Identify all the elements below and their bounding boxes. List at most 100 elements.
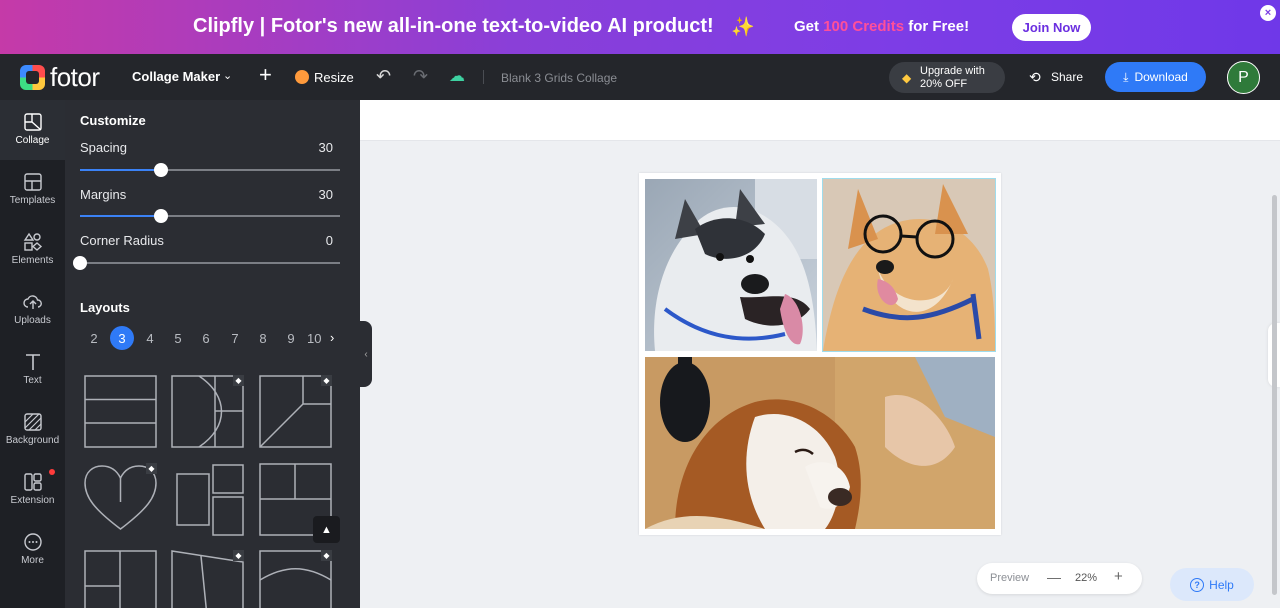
upgrade-button[interactable]: ◆ Upgrade with 20% OFF (889, 62, 1005, 93)
chevron-right-icon[interactable]: › (330, 330, 334, 345)
more-icon (23, 533, 42, 551)
banner-title: Clipfly | Fotor's new all-in-one text-to… (193, 15, 714, 37)
rail-item-collage[interactable]: Collage (0, 100, 65, 160)
redo-icon[interactable]: ↷ (413, 66, 428, 87)
text-icon (25, 354, 40, 370)
layout-tile-9[interactable]: ◆ (259, 550, 332, 608)
help-button[interactable]: ? Help (1170, 568, 1254, 601)
margins-slider[interactable] (80, 209, 340, 223)
top-bar: fotor Collage Maker ⌄ + Resize ↶ ↷ ☁ Bla… (0, 54, 1280, 100)
scroll-to-top-button[interactable]: ▲ (313, 516, 340, 543)
premium-diamond-icon: ◆ (321, 550, 332, 561)
corner-radius-slider[interactable] (73, 256, 340, 270)
tool-menu-button[interactable]: Collage Maker (132, 69, 220, 84)
layout-tile-8[interactable]: ◆ (171, 550, 244, 608)
uploads-icon (22, 295, 42, 309)
rail-item-templates[interactable]: Templates (0, 160, 65, 220)
logo-text[interactable]: fotor (50, 62, 100, 93)
corner-radius-slider-handle[interactable] (73, 256, 87, 270)
layout-tile-5[interactable] (171, 463, 244, 536)
rail-item-uploads[interactable]: Uploads (0, 280, 65, 340)
layout-tile-3[interactable]: ◆ (259, 375, 332, 448)
share-button[interactable]: Share (1051, 70, 1083, 84)
upgrade-text: Upgrade with 20% OFF (920, 65, 985, 90)
promo-banner: Clipfly | Fotor's new all-in-one text-to… (0, 0, 1280, 54)
zoom-in-icon[interactable]: + (1114, 568, 1123, 585)
spacing-value: 30 (318, 140, 333, 155)
question-icon: ? (1190, 577, 1205, 592)
new-design-plus-icon[interactable]: + (259, 62, 272, 88)
undo-icon[interactable]: ↶ (376, 66, 391, 87)
margins-label: Margins (80, 187, 127, 202)
layout-count-7[interactable]: 7 (223, 326, 247, 350)
customize-panel: Customize Spacing 30 Margins 30 Corner R… (65, 100, 360, 608)
download-icon: ⤓ (1123, 69, 1129, 84)
download-label: Download (1134, 70, 1188, 84)
spacing-slider-handle[interactable] (153, 163, 168, 177)
join-now-button[interactable]: Join Now (1012, 14, 1091, 41)
margins-slider-handle[interactable] (153, 209, 168, 223)
chevron-down-icon[interactable]: ⌄ (223, 69, 232, 82)
extension-icon (23, 473, 42, 491)
layout-count-9[interactable]: 9 (279, 326, 303, 350)
layout-count-2[interactable]: 2 (82, 326, 106, 350)
collage-cell-3[interactable] (645, 357, 995, 529)
collage-icon (23, 113, 42, 131)
layout-tile-2[interactable]: ◆ (171, 375, 244, 448)
collage-cell-1[interactable] (645, 179, 817, 351)
rail-item-more[interactable]: More (0, 520, 65, 580)
download-button[interactable]: ⤓ Download (1105, 62, 1206, 92)
premium-diamond-icon: ◆ (233, 375, 244, 386)
layout-tile-4[interactable]: ◆ (84, 463, 157, 536)
notification-dot (49, 469, 55, 475)
husky-photo (645, 179, 817, 351)
cloud-saved-icon: ☁ (449, 68, 465, 85)
customize-heading: Customize (80, 113, 146, 128)
spacing-slider[interactable] (80, 163, 340, 177)
zoom-level[interactable]: 22% (1075, 572, 1097, 584)
zoom-out-icon[interactable]: — (1047, 569, 1061, 585)
layout-tile-7[interactable] (84, 550, 157, 608)
premium-diamond-icon: ◆ (146, 463, 157, 474)
canvas-toolbar-strip (360, 100, 1280, 141)
premium-diamond-icon: ◆ (321, 375, 332, 386)
diamond-icon: ◆ (902, 71, 912, 85)
preview-button[interactable]: Preview (990, 572, 1029, 584)
banner-close-icon[interactable]: × (1260, 5, 1276, 21)
layouts-heading: Layouts (80, 300, 130, 315)
rail-item-elements[interactable]: Elements (0, 220, 65, 280)
collage-cell-2[interactable] (822, 178, 996, 352)
sparkle-icon: ✨ (731, 17, 755, 38)
templates-icon (23, 173, 42, 191)
resize-button[interactable]: Resize (314, 70, 354, 85)
resize-crown-icon[interactable] (295, 70, 309, 84)
corner-radius-value: 0 (325, 233, 333, 248)
share-icon[interactable]: ⟲ (1029, 69, 1041, 86)
collapse-panel-button[interactable]: ‹ (360, 321, 372, 387)
rail-item-text[interactable]: Text (0, 340, 65, 400)
layout-count-4[interactable]: 4 (138, 326, 162, 350)
canvas-scrollbar[interactable] (1272, 195, 1277, 595)
premium-diamond-icon: ◆ (233, 550, 244, 561)
collage-canvas[interactable] (639, 173, 1001, 535)
user-avatar[interactable]: P (1227, 61, 1260, 94)
elements-icon (23, 232, 42, 251)
layout-count-5[interactable]: 5 (166, 326, 190, 350)
rail-item-extension[interactable]: Extension (0, 460, 65, 520)
margins-value: 30 (318, 187, 333, 202)
layout-count-10[interactable]: 10 (307, 326, 325, 350)
spacing-label: Spacing (80, 140, 127, 155)
collie-photo (645, 357, 995, 529)
banner-offer: Get 100 Credits for Free! (794, 18, 970, 35)
document-title[interactable]: Blank 3 Grids Collage (501, 71, 617, 85)
zoom-control: Preview — 22% + (977, 563, 1142, 594)
layout-count-8[interactable]: 8 (251, 326, 275, 350)
layout-count-6[interactable]: 6 (194, 326, 218, 350)
left-rail: Collage Templates Elements Uploads Text … (0, 100, 65, 608)
layout-count-3[interactable]: 3 (110, 326, 134, 350)
fotor-logo-icon[interactable] (20, 65, 45, 90)
corner-radius-label: Corner Radius (80, 233, 164, 248)
layout-tile-1[interactable] (84, 375, 157, 448)
background-icon (23, 413, 42, 431)
rail-item-background[interactable]: Background (0, 400, 65, 460)
